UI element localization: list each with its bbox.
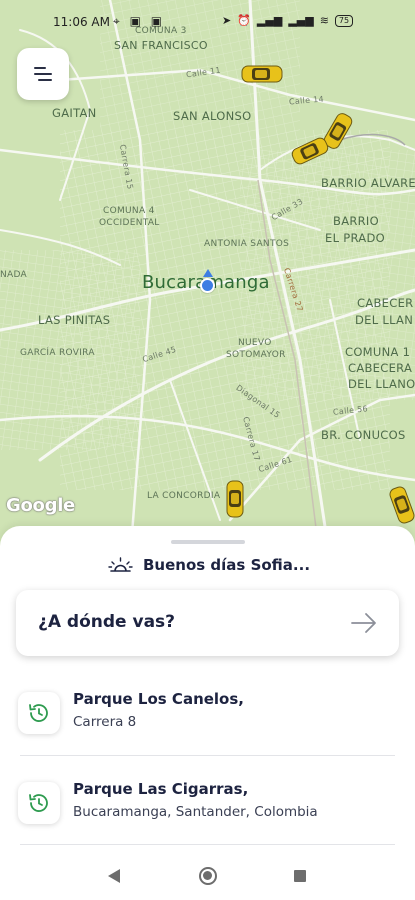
map-label-barrio-alvarez: BARRIO ALVAREZ [321, 176, 415, 190]
taxi-car-icon [241, 65, 283, 83]
list-divider [20, 755, 395, 756]
map-label-el-prado: EL PRADO [325, 231, 385, 245]
nav-home-icon[interactable] [199, 867, 217, 885]
history-icon-box [18, 692, 60, 734]
destination-search-label: ¿A dónde vas? [38, 612, 176, 632]
map-label-garcia-rovira: GARCÍA ROVIRA [20, 348, 95, 358]
map-label-las-pinitas: LAS PINITAS [38, 313, 111, 327]
signal-icon-2: ▂▄▆ [288, 14, 314, 27]
map-label-san-alonso: SAN ALONSO [173, 109, 252, 123]
sheet-drag-handle[interactable] [171, 540, 245, 544]
status-time: 11:06 AM [53, 15, 110, 29]
google-logo: Google [6, 495, 75, 516]
signal-icon: ▂▄▆ [256, 14, 283, 27]
map-label-barrio: BARRIO [333, 214, 379, 228]
map-label-cabecera: CABECER [357, 296, 414, 310]
history-icon-box [18, 782, 60, 824]
recent-destination-title: Parque Las Cigarras, [73, 780, 249, 798]
user-location-icon [200, 278, 215, 293]
bottom-sheet: Buenos días Sofia... ¿A dónde vas? Parqu… [0, 526, 415, 900]
destination-search-button[interactable]: ¿A dónde vas? [16, 590, 399, 656]
alarm-icon: ⏰ [237, 14, 251, 27]
list-divider [20, 844, 395, 845]
map-label-del-llano: DEL LLANO [348, 377, 415, 391]
battery-icon: 75 [334, 14, 354, 27]
map-label-cabecera-2: CABECERA [348, 361, 413, 375]
status-bar: 11:06 AM ⌖ ▣ ▣ ➤ ⏰ ▂▄▆ ▂▄▆ ≋ 75 [0, 10, 415, 36]
hamburger-menu-icon [34, 67, 46, 69]
nav-recents-icon[interactable] [294, 870, 306, 882]
map-label-gaitan: GAITAN [52, 106, 97, 120]
sunrise-icon [108, 557, 133, 572]
map-label-br-conucos: BR. CONUCOS [321, 428, 406, 442]
notification-icons: ⌖ ▣ ▣ [113, 14, 166, 28]
history-clock-icon [29, 704, 48, 722]
arrow-right-icon [351, 613, 376, 633]
map-label-la-concordia: LA CONCORDIA [147, 491, 221, 501]
history-clock-icon [29, 794, 48, 812]
location-icon: ➤ [222, 14, 232, 27]
hamburger-line [38, 79, 52, 81]
recent-destination-title: Parque Los Canelos, [73, 690, 244, 708]
recent-destination-item[interactable]: Parque Los Canelos, Carrera 8 [16, 684, 396, 752]
system-nav-bar [0, 852, 415, 900]
recent-destination-item[interactable]: Parque Las Cigarras, Bucaramanga, Santan… [16, 774, 396, 842]
map-label-san-francisco: SAN FRANCISCO [114, 39, 208, 52]
map-label-nada: NADA [0, 270, 28, 280]
nav-back-icon[interactable] [108, 869, 120, 883]
user-heading-icon [203, 269, 213, 277]
hamburger-line [34, 73, 52, 75]
taxi-car-icon [226, 480, 244, 518]
greeting: Buenos días Sofia... [108, 556, 310, 574]
map-label-sotomayor: SOTOMAYOR [226, 350, 286, 360]
recent-destination-subtitle: Carrera 8 [73, 714, 137, 730]
map-label-del-llan: DEL LLAN [355, 313, 414, 327]
map-label-occidental: OCCIDENTAL [99, 218, 160, 228]
map-label-antonia-santos: ANTONIA SANTOS [204, 239, 290, 249]
menu-button[interactable] [17, 48, 69, 100]
recent-destination-subtitle: Bucaramanga, Santander, Colombia [73, 804, 318, 820]
map-label-comuna-1: COMUNA 1 [345, 345, 411, 359]
system-icons: ➤ ⏰ ▂▄▆ ▂▄▆ ≋ 75 [222, 14, 354, 27]
wifi-icon: ≋ [319, 14, 329, 27]
greeting-text: Buenos días Sofia... [143, 556, 311, 574]
